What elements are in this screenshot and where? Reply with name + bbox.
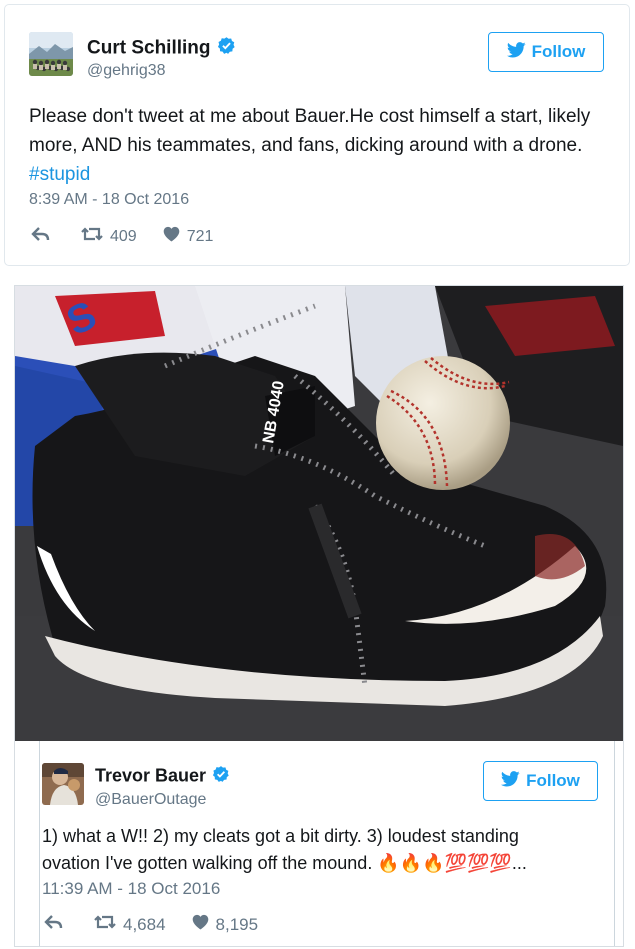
avatar-bauer[interactable]: [42, 763, 84, 805]
author-name-text[interactable]: Curt Schilling: [87, 38, 211, 59]
tweet-timestamp[interactable]: 8:39 AM - 18 Oct 2016: [29, 191, 189, 209]
twitter-bird-icon: [506, 41, 526, 63]
embed-text-line2-body: ovation I've gotten walking off the moun…: [42, 853, 373, 873]
tweet-text: Please don't tweet at me about Bauer.He …: [29, 102, 615, 189]
retweet-count: 409: [110, 227, 137, 245]
embed-author-name-text[interactable]: Trevor Bauer: [95, 765, 206, 785]
author-name[interactable]: Curt Schilling: [87, 36, 236, 61]
retweet-count: 4,684: [123, 914, 166, 934]
reply-action[interactable]: [44, 914, 64, 935]
embed-follow-button[interactable]: Follow: [483, 761, 598, 801]
tweet-card-bauer: S NB 4040 Trevor Bauer @BauerOutage Foll…: [14, 285, 624, 947]
embed-ellipsis: ...: [511, 853, 527, 873]
author-handle[interactable]: @gehrig38: [87, 62, 166, 80]
tweet-actions: 409 721: [31, 226, 239, 247]
embed-text-line2: ovation I've gotten walking off the moun…: [42, 850, 612, 877]
heart-icon: [192, 914, 209, 935]
cleats-photo[interactable]: S NB 4040: [15, 286, 623, 741]
like-count: 8,195: [215, 914, 259, 934]
fire-emoji-icon: 🔥🔥🔥: [377, 853, 445, 873]
follow-label: Follow: [526, 771, 580, 790]
embedded-tweet-bauer: Trevor Bauer @BauerOutage Follow 1) what…: [39, 741, 615, 946]
retweet-icon: [94, 914, 116, 935]
tweet-text-body: Please don't tweet at me about Bauer.He …: [29, 106, 591, 156]
like-action[interactable]: 8,195: [192, 914, 259, 935]
reply-icon: [31, 226, 51, 247]
baseball: [376, 356, 510, 490]
embed-tweet-actions: 4,684 8,195: [44, 914, 284, 935]
embed-text-line1: 1) what a W!! 2) my cleats got a bit dir…: [42, 826, 519, 846]
like-action[interactable]: 721: [163, 226, 214, 247]
reply-action[interactable]: [31, 226, 51, 247]
like-count: 721: [186, 227, 214, 245]
embed-author-name[interactable]: Trevor Bauer: [95, 765, 230, 788]
embed-tweet-timestamp[interactable]: 11:39 AM - 18 Oct 2016: [42, 879, 220, 899]
verified-badge-icon: [212, 765, 230, 788]
embed-tweet-text: 1) what a W!! 2) my cleats got a bit dir…: [42, 823, 612, 877]
verified-badge-icon: [217, 36, 236, 61]
hundred-emoji-icon: 💯💯💯: [444, 853, 512, 873]
twitter-bird-icon: [500, 770, 520, 792]
hashtag-link[interactable]: #stupid: [29, 164, 90, 185]
tweet-card-schilling: Curt Schilling @gehrig38 Follow Please d…: [4, 4, 630, 266]
follow-button[interactable]: Follow: [488, 32, 604, 72]
heart-icon: [163, 226, 180, 247]
avatar-schilling[interactable]: [29, 32, 73, 76]
reply-icon: [44, 914, 64, 935]
retweet-action[interactable]: 409: [81, 226, 137, 247]
retweet-icon: [81, 226, 103, 247]
embed-author-handle[interactable]: @BauerOutage: [95, 791, 206, 809]
retweet-action[interactable]: 4,684: [94, 914, 166, 935]
follow-label: Follow: [531, 42, 586, 61]
